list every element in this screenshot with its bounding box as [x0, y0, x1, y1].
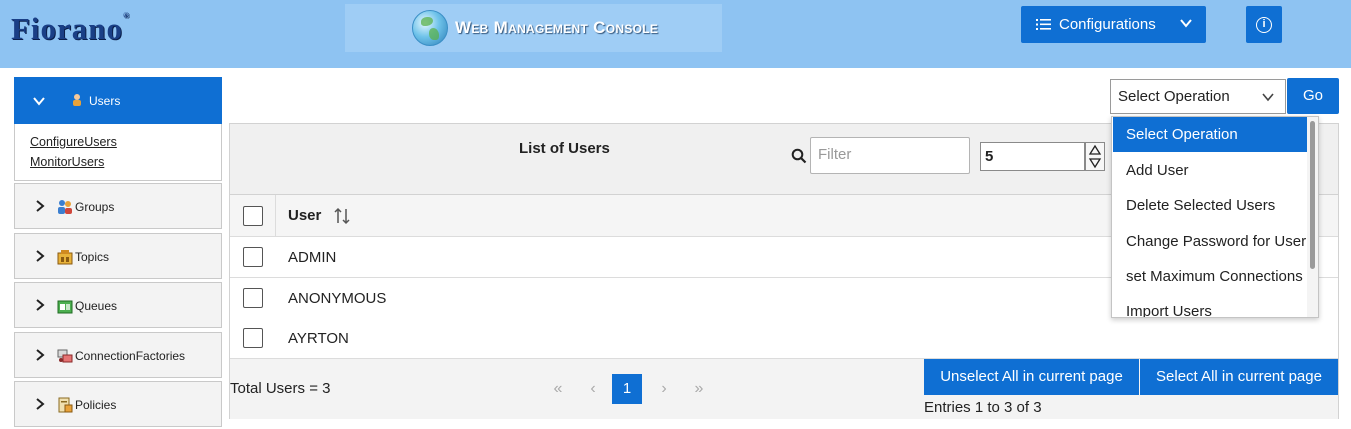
option-delete-selected-users[interactable]: Delete Selected Users — [1113, 188, 1308, 223]
sort-icon[interactable] — [333, 207, 351, 225]
user-cell: ANONYMOUS — [288, 290, 387, 307]
column-header-user[interactable]: User — [288, 207, 321, 224]
table-row[interactable]: AYRTON — [230, 318, 1338, 359]
sidebar-item-label: ConnectionFactories — [75, 349, 186, 363]
configure-users-link[interactable]: ConfigureUsers — [30, 135, 117, 149]
operation-select[interactable]: Select Operation — [1110, 79, 1286, 114]
topics-icon — [57, 250, 73, 265]
chevron-right-icon — [36, 299, 45, 311]
row-checkbox[interactable] — [243, 288, 263, 308]
chevron-right-icon — [36, 200, 45, 212]
operation-select-value: Select Operation — [1118, 88, 1230, 105]
page-size-stepper[interactable] — [1085, 142, 1105, 171]
fiorano-logo: Fiorano® — [11, 11, 131, 46]
console-title: Web Management Console — [455, 18, 659, 37]
monitor-users-link[interactable]: MonitorUsers — [30, 155, 104, 169]
chevron-right-icon — [36, 398, 45, 410]
option-change-password[interactable]: Change Password for User — [1113, 224, 1308, 259]
option-select-operation[interactable]: Select Operation — [1113, 117, 1308, 152]
row-checkbox[interactable] — [243, 328, 263, 348]
chevron-right-icon — [36, 349, 45, 361]
info-button[interactable]: i — [1246, 6, 1282, 43]
groups-icon — [58, 200, 72, 214]
chevron-right-icon — [36, 250, 45, 262]
users-submenu: ConfigureUsers MonitorUsers — [14, 124, 222, 181]
select-all-checkbox[interactable] — [243, 206, 263, 226]
sidebar-item-topics[interactable]: Topics — [14, 233, 222, 279]
prev-page-button[interactable]: ‹ — [578, 374, 608, 404]
page-size-input[interactable]: 5 — [980, 142, 1085, 171]
configurations-label: Configurations — [1059, 16, 1156, 33]
unselect-all-button[interactable]: Unselect All in current page — [924, 359, 1139, 395]
first-page-button[interactable]: « — [543, 374, 573, 404]
option-set-max-connections[interactable]: set Maximum Connections — [1113, 259, 1308, 294]
sidebar-item-label: Users — [89, 94, 121, 108]
scrollbar-thumb[interactable] — [1310, 121, 1315, 269]
last-page-button[interactable]: » — [684, 374, 714, 404]
list-icon — [1036, 19, 1051, 30]
filter-input[interactable]: Filter — [810, 137, 970, 174]
sidebar-item-groups[interactable]: Groups — [14, 183, 222, 229]
operation-dropdown-list[interactable]: Select Operation Add User Delete Selecte… — [1111, 116, 1319, 318]
user-cell: ADMIN — [288, 249, 337, 266]
sidebar-item-queues[interactable]: Queues — [14, 282, 222, 328]
queues-icon — [57, 300, 73, 314]
sidebar-item-label: Topics — [75, 250, 110, 264]
users-icon — [73, 94, 81, 106]
current-page-button[interactable]: 1 — [612, 374, 642, 404]
chevron-down-icon — [1180, 19, 1192, 28]
table-footer: Total Users = 3 « ‹ 1 › » Unselect All i… — [230, 359, 1338, 419]
table-title: List of Users — [519, 140, 610, 157]
sidebar-item-policies[interactable]: Policies — [14, 381, 222, 427]
chevron-down-icon — [1262, 93, 1274, 102]
select-all-button[interactable]: Select All in current page — [1140, 359, 1338, 395]
sidebar-item-label: Policies — [75, 398, 117, 412]
dropdown-scrollbar[interactable] — [1307, 117, 1318, 317]
sidebar-item-connection-factories[interactable]: ConnectionFactories — [14, 332, 222, 378]
column-divider — [275, 195, 276, 237]
connection-factories-icon — [57, 349, 73, 363]
top-header: Fiorano® Web Management Console Configur… — [0, 0, 1351, 68]
info-icon: i — [1256, 17, 1272, 33]
sidebar-item-users[interactable]: Users — [14, 77, 222, 124]
policies-icon — [58, 397, 73, 413]
row-checkbox[interactable] — [243, 247, 263, 267]
configurations-button[interactable]: Configurations — [1021, 6, 1206, 43]
triangle-down-icon[interactable] — [1088, 157, 1102, 169]
entries-info: Entries 1 to 3 of 3 — [924, 399, 1042, 416]
chevron-down-icon — [33, 97, 45, 106]
go-button[interactable]: Go — [1287, 78, 1339, 114]
sidebar-item-label: Queues — [75, 299, 118, 313]
option-import-users[interactable]: Import Users — [1113, 294, 1308, 317]
next-page-button[interactable]: › — [649, 374, 679, 404]
search-icon — [791, 148, 807, 164]
globe-icon — [412, 10, 448, 46]
user-cell: AYRTON — [288, 330, 349, 347]
triangle-up-icon[interactable] — [1088, 144, 1102, 156]
option-add-user[interactable]: Add User — [1113, 153, 1308, 188]
sidebar-item-label: Groups — [75, 200, 115, 214]
total-users: Total Users = 3 — [230, 380, 331, 397]
